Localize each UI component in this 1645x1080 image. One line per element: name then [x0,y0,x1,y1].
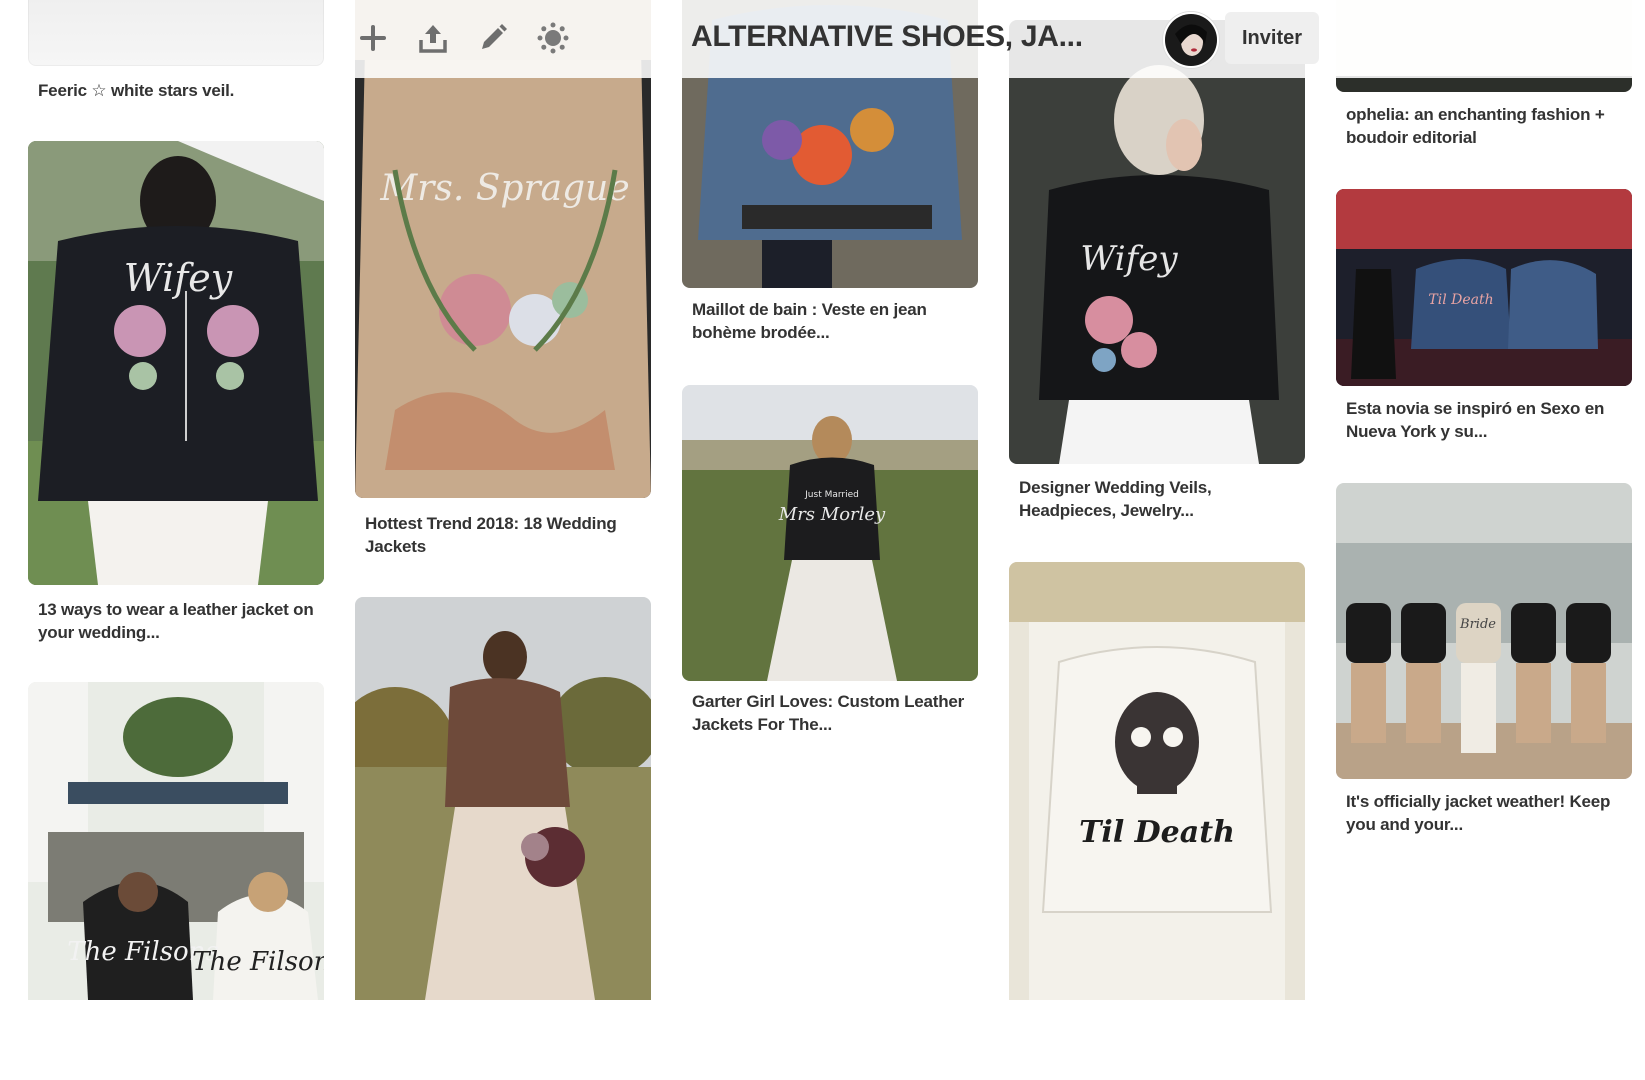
board-title: ALTERNATIVE SHOES, JA... [691,20,1083,53]
pin-image-til-death-party[interactable]: Til Death [1336,189,1632,386]
pin-caption[interactable]: Designer Wedding Veils, Headpieces, Jewe… [1019,476,1299,522]
morley-text: Mrs Morley [778,504,886,525]
just-married-text: Just Married [804,490,859,500]
pin-caption[interactable]: Hottest Trend 2018: 18 Wedding Jackets [365,512,645,558]
edit-button[interactable] [473,18,513,58]
settings-button[interactable] [533,18,573,58]
pin-image-bride-squad[interactable]: Bride [1336,483,1632,779]
share-icon [419,25,447,53]
wifey-text-2: Wifey [1080,239,1178,279]
pin-image-mrs-morley[interactable]: Just Married Mrs Morley [682,385,978,681]
pin-image-filsons[interactable]: The Filsons The Filsons [28,682,324,1000]
avatar[interactable] [1163,12,1219,68]
til-death-photo: Til Death [1009,562,1305,1000]
edit-icon [482,24,507,49]
pin-image-designer-veil[interactable]: Wifey [1009,20,1305,464]
share-button[interactable] [413,18,453,58]
pin-caption[interactable]: Feeric ☆ white stars veil. [38,79,318,102]
pin-image-til-death[interactable]: Til Death [1009,562,1305,1000]
pin-image-brown-jacket[interactable] [355,597,651,1000]
pin-caption[interactable]: ophelia: an enchanting fashion + boudoir… [1346,103,1626,149]
wifey-jacket-photo: Wifey [28,141,324,585]
pin-caption[interactable]: It's officially jacket weather! Keep you… [1346,790,1626,836]
add-icon [360,25,386,51]
add-button[interactable] [353,18,393,58]
designer-veil-photo: Wifey [1009,20,1305,464]
settings-icon [537,22,569,54]
filsons-text-2: The Filsons [192,947,324,977]
party-photo: Til Death [1336,189,1632,386]
pin-caption[interactable]: Maillot de bain : Veste en jean bohème b… [692,298,972,344]
wifey-text: Wifey [124,256,233,300]
invite-button[interactable]: Inviter [1225,12,1319,64]
filsons-photo: The Filsons The Filsons [28,682,324,1000]
avatar-photo [1165,14,1217,66]
til-death-text: Til Death [1079,815,1235,850]
pin-image-veil[interactable] [28,0,324,66]
pin-caption[interactable]: Esta novia se inspiró en Sexo en Nueva Y… [1346,397,1626,443]
pin-image-wifey-jacket[interactable]: Wifey [28,141,324,585]
party-text: Til Death [1428,292,1493,308]
bride-squad-photo: Bride [1336,483,1632,779]
bride-text: Bride [1459,617,1496,632]
pin-caption[interactable]: Garter Girl Loves: Custom Leather Jacket… [692,690,972,736]
mrs-morley-photo: Just Married Mrs Morley [682,385,978,681]
sprague-text: Mrs. Sprague [379,168,629,209]
pin-caption[interactable]: 13 ways to wear a leather jacket on your… [38,598,318,644]
brown-jacket-photo [355,597,651,1000]
